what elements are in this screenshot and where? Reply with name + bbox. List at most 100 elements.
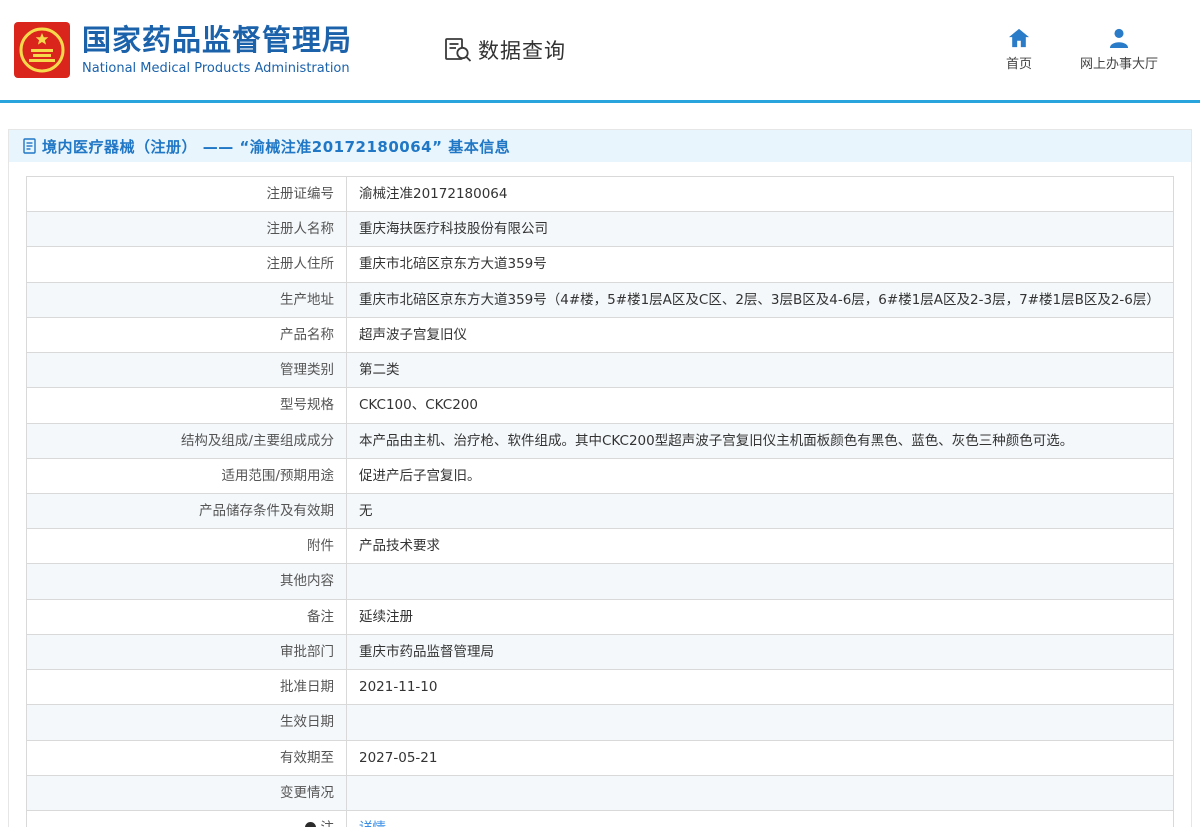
row-value: 详情 [346, 809, 1174, 827]
nav-home-label: 首页 [1005, 57, 1032, 72]
row-label-text: 有效期至 [280, 749, 334, 766]
row-label: 变更情况 [26, 774, 347, 811]
logo: 国家药品监督管理局 National Medical Products Admi… [14, 22, 352, 78]
row-label-text: 批准日期 [280, 679, 334, 696]
row-label: 注册人名称 [26, 211, 347, 248]
row-value: 本产品由主机、治疗枪、软件组成。其中CKC200型超声波子宫复旧仪主机面板颜色有… [346, 422, 1174, 459]
table-row: 型号规格 CKC100、CKC200 [26, 387, 1174, 424]
row-label: 附件 [26, 528, 347, 565]
row-label-text: 产品名称 [280, 326, 334, 343]
row-value [346, 774, 1174, 811]
row-label: 注册人住所 [26, 246, 347, 283]
row-value: 促进产后子宫复旧。 [346, 457, 1174, 494]
table-row: 生效日期 [26, 704, 1174, 741]
row-label-text: 附件 [307, 538, 334, 555]
registration-table-body: 注册证编号 渝械注准20172180064 注册人名称 重庆海扶医疗科技股份有限公司注… [26, 175, 1174, 827]
nav-service-hall[interactable]: 网上办事大厅 [1080, 28, 1158, 72]
row-label: 注 [26, 809, 347, 827]
row-value: 产品技术要求 [346, 528, 1174, 565]
page-title-bar: 境内医疗器械（注册） —— “渝械注准20172180064” 基本信息 [9, 130, 1191, 162]
content-box: 境内医疗器械（注册） —— “渝械注准20172180064” 基本信息 注册证… [8, 129, 1192, 827]
row-label: 管理类别 [26, 352, 347, 389]
header: 国家药品监督管理局 National Medical Products Admi… [0, 0, 1200, 100]
row-value: 重庆海扶医疗科技股份有限公司 [346, 211, 1174, 248]
row-label-text: 注册人住所 [266, 256, 335, 273]
table-row: 批准日期 2021-11-10 [26, 669, 1174, 706]
row-value [346, 704, 1174, 741]
row-label: 生产地址 [26, 281, 347, 318]
table-row: 产品储存条件及有效期无 [26, 492, 1174, 530]
row-value: 渝械注准20172180064 [346, 175, 1174, 213]
data-query-title: 数据查询 [478, 39, 567, 63]
row-label-text: 注 [321, 820, 335, 827]
row-label-text: 管理类别 [280, 362, 334, 379]
row-label: 审批部门 [26, 633, 347, 671]
doc-search-icon [445, 38, 472, 62]
row-value: 延续注册 [346, 598, 1174, 635]
row-value: 2027-05-21 [346, 739, 1174, 776]
row-value: 2021-11-10 [346, 669, 1174, 706]
header-nav: 首页 网上办事大厅 [1006, 28, 1158, 72]
row-label-text: 结构及组成/主要组成成分 [180, 432, 334, 449]
row-label: 生效日期 [26, 704, 347, 741]
row-value: 无 [346, 492, 1174, 530]
pin-icon [302, 819, 318, 827]
table-row: 其他内容 [26, 563, 1174, 600]
row-label-text: 注册人名称 [266, 221, 335, 238]
header-divider [0, 100, 1200, 103]
row-label: 型号规格 [26, 387, 347, 424]
page-title: 境内医疗器械（注册） —— “渝械注准20172180064” 基本信息 [42, 137, 511, 156]
row-label-text: 生产地址 [280, 291, 334, 308]
nav-home[interactable]: 首页 [1006, 28, 1032, 72]
table-row: 有效期至 2027-05-21 [26, 739, 1174, 776]
row-label-text: 型号规格 [280, 397, 334, 414]
row-value: 重庆市北碚区京东方大道359号（4#楼，5#楼1层A区及C区、2层、3层B区及4… [346, 281, 1174, 318]
national-emblem-icon [14, 22, 70, 78]
row-label-text: 变更情况 [280, 784, 334, 801]
row-label-text: 产品储存条件及有效期 [199, 502, 334, 519]
table-row: 注 详情 [26, 809, 1174, 827]
row-label: 结构及组成/主要组成成分 [26, 422, 347, 459]
row-label-text: 生效日期 [280, 714, 334, 731]
row-label: 有效期至 [26, 739, 347, 776]
row-label: 其他内容 [26, 563, 347, 600]
table-row: 适用范围/预期用途 促进产后子宫复旧。 [26, 457, 1174, 494]
org-name-en: National Medical Products Administration [82, 60, 350, 76]
table-row: 注册人名称 重庆海扶医疗科技股份有限公司 [26, 211, 1174, 248]
detail-link[interactable]: 详情 [359, 820, 386, 827]
row-label: 批准日期 [26, 669, 347, 706]
row-value [346, 563, 1174, 600]
table-row: 产品名称 超声波子宫复旧仪 [26, 316, 1174, 354]
row-value: 超声波子宫复旧仪 [346, 316, 1174, 354]
table-row: 注册证编号 渝械注准20172180064 [26, 175, 1174, 213]
row-label: 适用范围/预期用途 [26, 457, 347, 494]
org-name-cn: 国家药品监督管理局 [82, 23, 353, 58]
row-value: 重庆市药品监督管理局 [346, 633, 1174, 671]
row-label-text: 注册证编号 [266, 186, 335, 202]
registration-info-table: 注册证编号 渝械注准20172180064 注册人名称 重庆海扶医疗科技股份有限公司注… [26, 175, 1174, 827]
org-names: 国家药品监督管理局 National Medical Products Admi… [82, 23, 353, 76]
table-row: 管理类别 第二类 [26, 352, 1174, 389]
table-row: 结构及组成/主要组成成分 本产品由主机、治疗枪、软件组成。其中CKC200型超声波… [26, 422, 1174, 459]
row-value: CKC100、CKC200 [346, 387, 1174, 424]
nav-service-hall-label: 网上办事大厅 [1079, 57, 1158, 72]
row-label-text: 适用范围/预期用途 [221, 467, 334, 484]
document-icon [23, 138, 36, 154]
row-label-text: 其他内容 [280, 573, 334, 590]
data-query-section: 数据查询 [444, 35, 566, 65]
row-value: 重庆市北碚区京东方大道359号 [346, 246, 1174, 283]
row-value: 第二类 [346, 352, 1174, 389]
row-label: 产品储存条件及有效期 [26, 492, 347, 530]
table-row: 注册人住所 重庆市北碚区京东方大道359号 [26, 246, 1174, 283]
table-row: 附件 产品技术要求 [26, 528, 1174, 565]
table-row: 变更情况 [26, 774, 1174, 811]
table-row: 审批部门 重庆市药品监督管理局 [26, 633, 1174, 671]
user-icon [1109, 28, 1129, 48]
row-label-text: 审批部门 [280, 643, 334, 660]
row-label: 备注 [26, 598, 347, 635]
row-label: 产品名称 [26, 316, 347, 354]
table-row: 备注 延续注册 [26, 598, 1174, 635]
table-row: 生产地址 重庆市北碚区京东方大道359号（4#楼，5#楼1层A区及C区、2层、3层… [26, 281, 1174, 318]
home-icon [1008, 28, 1029, 48]
row-label: 注册证编号 [26, 175, 347, 213]
